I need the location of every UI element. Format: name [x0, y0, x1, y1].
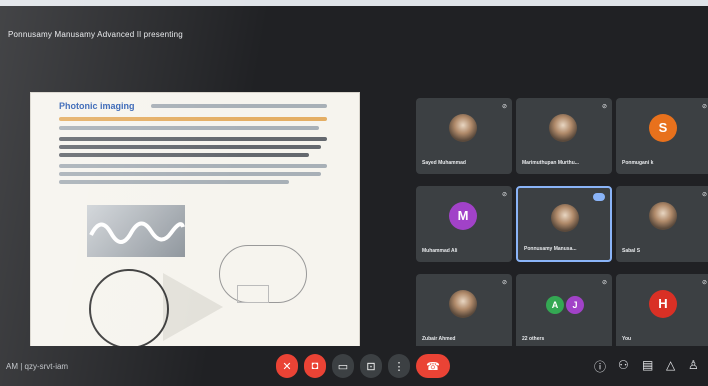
participant-tile[interactable]: ⊘ H You: [616, 274, 708, 350]
camera-off-icon: ◘: [311, 360, 319, 372]
meeting-info: AM | qzy-srvt-iam: [6, 362, 69, 371]
meet-window: Ponnusamy Manusamy Advanced Il presentin…: [0, 6, 708, 386]
participant-name: Marimuthupan Murthu...: [522, 160, 579, 166]
slide-beam-shape: [163, 273, 223, 341]
participant-tile[interactable]: ⊘ S Ponmugani k: [616, 98, 708, 174]
activities-icon[interactable]: △: [666, 358, 675, 372]
participant-tile[interactable]: ⊘ Marimuthupan Murthu...: [516, 98, 612, 174]
avatar: S: [649, 114, 677, 142]
slide-text-line: [59, 126, 319, 130]
info-icon[interactable]: ⓘ: [594, 358, 606, 375]
participant-name: Ponmugani k: [622, 160, 654, 166]
shared-slide: Photonic imaging: [30, 92, 360, 356]
more-options-button[interactable]: ⋮: [388, 354, 410, 378]
participant-name: Sabal S: [622, 248, 641, 254]
participant-name: Sayed Muhammad: [422, 160, 466, 166]
mic-muted-icon: ⊘: [501, 192, 507, 198]
participant-tile[interactable]: ⊘ Sabal S: [616, 186, 708, 262]
mic-muted-icon: ⊘: [701, 280, 707, 286]
slide-text-line: [59, 145, 321, 149]
slide-text-line: [59, 117, 327, 121]
captions-button[interactable]: ▭: [332, 354, 354, 378]
slide-text-line: [59, 137, 327, 141]
wave-graphic: [89, 221, 185, 244]
speaking-indicator-icon: [593, 193, 605, 201]
slide-text-line: [151, 104, 327, 108]
avatar: M: [449, 202, 477, 230]
participant-name: Muhammad Ali: [422, 248, 458, 254]
participant-tile[interactable]: ⊘ Zubair Ahmed: [416, 274, 512, 350]
participant-name: You: [622, 336, 632, 342]
participant-tile[interactable]: Ponnusamy Manusa...: [516, 186, 612, 262]
camera-off-button[interactable]: ◘: [304, 354, 326, 378]
bottom-toolbar: AM | qzy-srvt-iam ✕ ◘ ▭ ⊡ ⋮ ☎ ⓘ ⚇ ▤ △ ♙: [0, 346, 708, 386]
mic-muted-icon: ⊘: [501, 280, 507, 286]
present-button[interactable]: ⊡: [360, 354, 382, 378]
present-icon: ⊡: [366, 360, 376, 373]
slide-heading: Photonic imaging: [59, 101, 135, 111]
end-call-button[interactable]: ☎: [416, 354, 450, 378]
slide-text-line: [59, 172, 321, 176]
lock-icon[interactable]: ♙: [688, 358, 699, 372]
participant-tile[interactable]: ⊘ M Muhammad Ali: [416, 186, 512, 262]
slide-device-part: [237, 285, 269, 303]
participant-name: 22 others: [522, 336, 545, 342]
mic-muted-icon: ⊘: [701, 192, 707, 198]
captions-icon: ▭: [337, 360, 349, 373]
chat-icon[interactable]: ▤: [642, 358, 653, 372]
mic-muted-icon: ⊘: [601, 280, 607, 286]
participant-tile[interactable]: ⊘ A J 22 others: [516, 274, 612, 350]
people-icon[interactable]: ⚇: [618, 358, 629, 372]
end-call-icon: ☎: [426, 360, 440, 373]
avatar: [649, 202, 677, 230]
mic-off-button[interactable]: ✕: [276, 354, 298, 378]
mic-muted-icon: ⊘: [601, 104, 607, 110]
avatar: [551, 204, 579, 232]
mic-muted-icon: ⊘: [501, 104, 507, 110]
mic-muted-icon: ⊘: [701, 104, 707, 110]
presenter-title: Ponnusamy Manusamy Advanced Il presentin…: [8, 30, 183, 39]
avatar: J: [566, 296, 584, 314]
slide-text-line: [59, 164, 327, 168]
avatar: H: [649, 290, 677, 318]
slide-text-line: [59, 180, 289, 184]
slide-circle-diagram: [89, 269, 169, 349]
participant-name: Ponnusamy Manusa...: [524, 246, 577, 252]
avatar: [449, 290, 477, 318]
avatar: [549, 114, 577, 142]
avatar: [449, 114, 477, 142]
more-icon: ⋮: [393, 360, 405, 373]
avatar: A: [546, 296, 564, 314]
slide-wave-image: [87, 205, 185, 257]
mic-off-icon: ✕: [282, 360, 292, 373]
slide-text-line: [59, 153, 309, 157]
participant-name: Zubair Ahmed: [422, 336, 456, 342]
participant-tile[interactable]: ⊘ Sayed Muhammad: [416, 98, 512, 174]
